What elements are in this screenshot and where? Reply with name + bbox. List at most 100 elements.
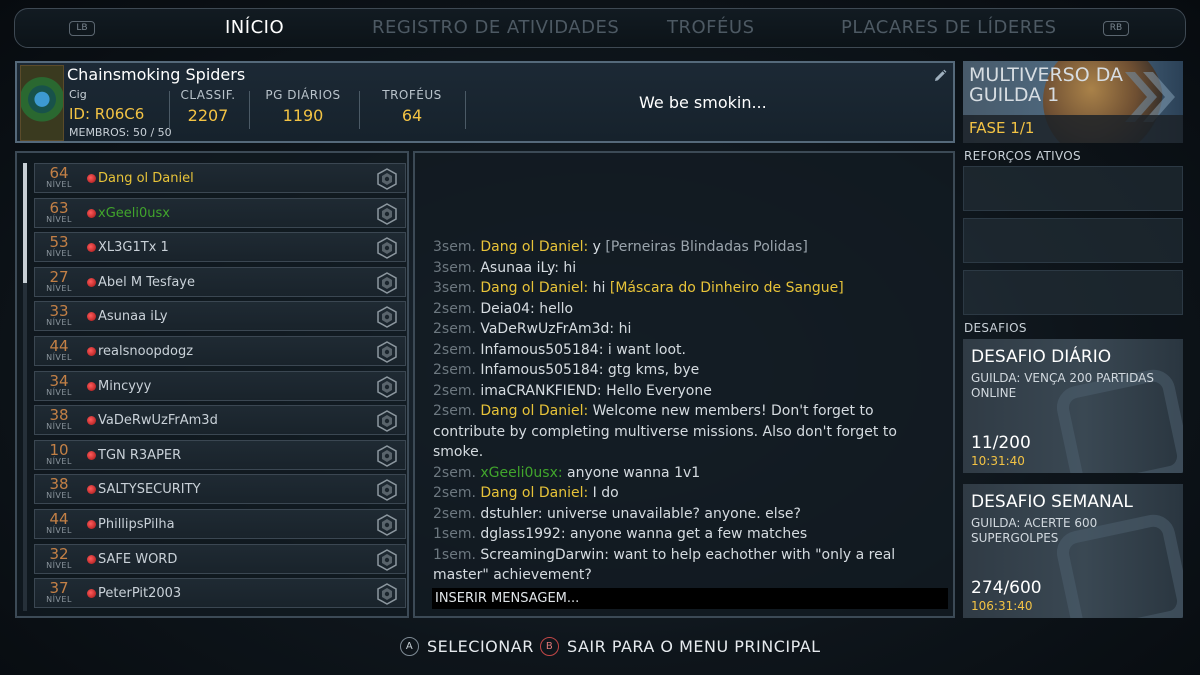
member-row[interactable]: 32 NÍVEL SAFE WORD — [34, 543, 406, 574]
member-level-number: 34 — [49, 371, 69, 390]
member-row[interactable]: 64 NÍVEL Dang ol Daniel — [34, 163, 406, 193]
member-level: 37 NÍVEL — [39, 581, 79, 605]
member-row[interactable]: 44 NÍVEL PhillipsPilha — [34, 509, 406, 539]
right-bumper-hint[interactable]: RB — [1103, 21, 1129, 36]
member-level: 32 NÍVEL — [39, 544, 79, 570]
scrollbar-thumb[interactable] — [23, 163, 27, 283]
member-level-number: 53 — [49, 233, 69, 252]
rank-badge-icon — [375, 548, 399, 572]
exit-prompt[interactable]: B SAIR PARA O MENU PRINCIPAL — [540, 637, 821, 656]
daily-challenge-card[interactable]: DESAFIO DIÁRIO GUILDA: VENÇA 200 PARTIDA… — [963, 339, 1183, 473]
guild-name: Chainsmoking Spiders — [67, 65, 246, 84]
boost-slot[interactable] — [963, 166, 1183, 211]
chat-message: 1sem. dglass1992: anyone wanna get a few… — [433, 524, 945, 545]
tab-placares-de-lideres[interactable]: PLACARES DE LÍDERES — [841, 17, 1057, 38]
chat-user: Dang ol Daniel — [480, 280, 584, 296]
event-phase: FASE 1/1 — [963, 115, 1183, 143]
chat-text: hi — [588, 280, 610, 296]
rank-badge-icon — [375, 202, 399, 226]
chat-user: Infamous505184 — [480, 341, 599, 358]
member-level: 10 NÍVEL — [39, 440, 79, 466]
member-row[interactable]: 53 NÍVEL XL3G1Tx 1 — [34, 232, 406, 263]
member-row[interactable]: 33 NÍVEL Asunaa iLy — [34, 301, 406, 332]
chat-time: 2sem. — [433, 341, 476, 358]
stat-classif: CLASSIF. 2207 — [169, 88, 247, 125]
member-name: TGN R3APER — [98, 447, 182, 463]
guild-emblem — [20, 65, 64, 141]
chat-user: dglass1992 — [480, 526, 561, 542]
status-dot-icon — [87, 381, 96, 391]
chat-user: Asunaa iLy — [480, 259, 555, 276]
member-row[interactable]: 37 NÍVEL PeterPit2003 — [34, 578, 406, 609]
member-name: PeterPit2003 — [98, 586, 182, 602]
status-dot-icon — [87, 416, 96, 426]
b-button-icon: B — [540, 637, 559, 656]
challenge-progress: 11/200 — [971, 433, 1031, 453]
chat-text: anyone wanna 1v1 — [562, 464, 701, 481]
member-row[interactable]: 38 NÍVEL SALTYSECURITY — [34, 474, 406, 505]
member-level: 44 NÍVEL — [39, 512, 79, 536]
rank-badge-icon — [375, 167, 399, 191]
member-row[interactable]: 10 NÍVEL TGN R3APER — [34, 439, 406, 470]
guild-multiverse-card[interactable]: MULTIVERSO DA GUILDA 1 FASE 1/1 — [963, 61, 1183, 143]
chat-user: ScreamingDarwin — [480, 546, 605, 563]
member-name: Asunaa iLy — [98, 309, 168, 325]
member-level: 63 NÍVEL — [39, 200, 79, 224]
chat-message: 2sem. Infamous505184: i want loot. — [433, 340, 945, 361]
member-row[interactable]: 38 NÍVEL VaDeRwUzFrAm3d — [34, 405, 406, 436]
chat-message: 2sem. VaDeRwUzFrAm3d: hi — [433, 319, 945, 340]
challenge-timer: 10:31:40 — [971, 454, 1025, 468]
tab-registro-de-atividades[interactable]: REGISTRO DE ATIVIDADES — [372, 17, 619, 38]
chat-item-link[interactable]: [Perneiras Blindadas Polidas] — [605, 239, 807, 255]
member-name: xGeeli0usx — [98, 205, 170, 221]
member-name: SALTYSECURITY — [98, 482, 201, 498]
member-row[interactable]: 34 NÍVEL Mincyyy — [34, 370, 406, 401]
member-level: 64 NÍVEL — [39, 166, 79, 190]
chat-message: 2sem. Deia04: hello — [433, 299, 945, 320]
chat-time: 2sem. — [433, 505, 476, 522]
member-row[interactable]: 63 NÍVEL xGeeli0usx — [34, 197, 406, 228]
status-dot-icon — [87, 208, 96, 218]
event-title: MULTIVERSO DA GUILDA 1 — [969, 64, 1124, 106]
member-level-number: 32 — [49, 544, 69, 563]
chat-message-input[interactable]: INSERIR MENSAGEM... — [432, 588, 948, 609]
tab-inicio[interactable]: INÍCIO — [225, 17, 284, 38]
chat-text: universe unavailable? anyone. else? — [542, 505, 801, 522]
boost-slot[interactable] — [963, 218, 1183, 263]
status-dot-icon — [87, 485, 96, 495]
member-name: SAFE WORD — [98, 551, 178, 567]
chat-user: Infamous505184 — [480, 362, 599, 378]
chat-text: I do — [588, 485, 619, 501]
chat-text: gtg kms, bye — [603, 362, 700, 378]
top-navigation: LB INÍCIO REGISTRO DE ATIVIDADES TROFÉUS… — [14, 8, 1186, 48]
member-name: XL3G1Tx 1 — [98, 240, 169, 256]
chat-user: Dang ol Daniel — [480, 239, 584, 255]
chat-time: 2sem. — [433, 300, 476, 317]
tab-trofeus[interactable]: TROFÉUS — [667, 17, 755, 38]
member-row[interactable]: 27 NÍVEL Abel M Tesfaye — [34, 266, 406, 297]
member-level-number: 10 — [49, 440, 69, 459]
pencil-icon[interactable] — [933, 69, 947, 83]
guild-tag: Cig — [69, 88, 87, 101]
guild-member-count: MEMBROS: 50 / 50 — [69, 126, 172, 139]
chat-message: 2sem. Dang ol Daniel: I do — [433, 483, 945, 504]
chat-item-link[interactable]: [Máscara do Dinheiro de Sangue] — [610, 280, 844, 296]
member-row[interactable]: 44 NÍVEL realsnoopdogz — [34, 336, 406, 366]
select-prompt[interactable]: A SELECIONAR — [400, 637, 534, 656]
exit-prompt-label: SAIR PARA O MENU PRINCIPAL — [567, 637, 821, 656]
chat-user: Dang ol Daniel — [480, 485, 584, 501]
rank-badge-icon — [375, 340, 399, 364]
rank-badge-icon — [375, 444, 399, 468]
member-level: 34 NÍVEL — [39, 371, 79, 397]
status-dot-icon — [87, 312, 96, 322]
boost-slot[interactable] — [963, 270, 1183, 315]
rank-badge-icon — [375, 409, 399, 433]
member-level-number: 27 — [49, 267, 69, 286]
rank-badge-icon — [375, 478, 399, 502]
status-dot-icon — [87, 520, 96, 529]
left-bumper-hint[interactable]: LB — [69, 21, 95, 36]
member-level: 44 NÍVEL — [39, 339, 79, 363]
chat-user: imaCRANKFIEND — [480, 382, 597, 399]
member-level: 53 NÍVEL — [39, 233, 79, 259]
weekly-challenge-card[interactable]: DESAFIO SEMANAL GUILDA: ACERTE 600 SUPER… — [963, 484, 1183, 618]
